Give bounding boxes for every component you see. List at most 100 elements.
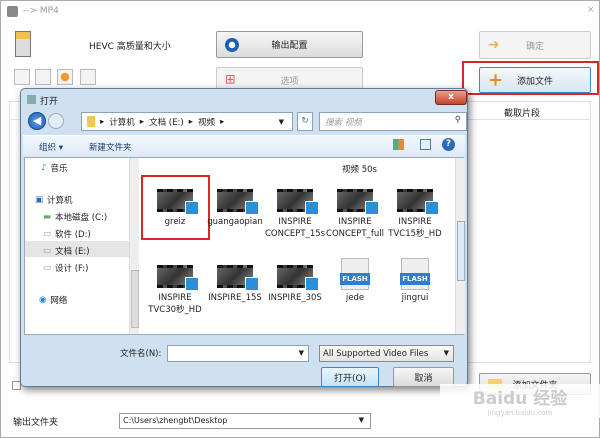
computer-icon: ▣: [35, 195, 44, 205]
file-item[interactable]: INSPIRE TVC15秒_HD: [385, 189, 445, 240]
nav-drive-e[interactable]: ▭ 文档 (E:): [43, 245, 90, 257]
file-type-filter[interactable]: All Supported Video Files ▼: [319, 345, 454, 362]
dialog-close-button[interactable]: x: [435, 90, 467, 105]
video-file-icon: [157, 265, 199, 291]
nav-label: 音乐: [50, 164, 68, 174]
breadcrumb-computer[interactable]: 计算机: [109, 116, 135, 128]
profile-label: HEVC 高质量和大小: [89, 42, 171, 52]
options-label: 选项: [280, 76, 299, 87]
address-bar[interactable]: ▸ 计算机 ▸ 文档 (E:) ▸ 视频 ▸ ▼: [81, 112, 293, 131]
nav-label: 软件 (D:): [55, 230, 91, 240]
cancel-label: 取消: [414, 373, 433, 384]
clip-column-header: 截取片段: [504, 109, 541, 119]
file-grid-scrollbar[interactable]: [455, 158, 465, 334]
app-icon: [7, 6, 18, 17]
filename-input[interactable]: ▼: [167, 345, 309, 362]
file-item[interactable]: INSPIRE CONCEPT_15s: [265, 189, 325, 240]
network-icon: ◉: [39, 295, 47, 305]
nav-label: 计算机: [47, 196, 73, 206]
file-item[interactable]: INSPIRE_30S: [265, 265, 325, 304]
output-config-button[interactable]: 输出配置: [216, 31, 363, 58]
chevron-down-icon[interactable]: ▼: [279, 118, 284, 126]
file-item[interactable]: FLASH jede: [325, 258, 385, 304]
file-item[interactable]: FLASH jingrui: [385, 258, 445, 304]
nav-label: 文档 (E:): [55, 247, 90, 257]
chevron-down-icon: ▼: [443, 349, 449, 357]
breadcrumb-videos[interactable]: 视频: [198, 116, 215, 128]
mp4-format-icon: [15, 31, 31, 57]
chevron-down-icon: ▼: [358, 416, 364, 424]
forward-button[interactable]: [48, 113, 64, 129]
view-options-icon[interactable]: [393, 139, 404, 150]
chevron-down-icon[interactable]: ▼: [299, 349, 304, 357]
file-item-greiz[interactable]: greiz: [145, 189, 205, 228]
nav-music[interactable]: ♪ 音乐: [41, 162, 67, 174]
gear-icon: [225, 37, 239, 52]
output-folder-path: C:\Users\zhengbt\Desktop: [123, 416, 228, 425]
file-type-filter-value: All Supported Video Files: [323, 349, 429, 359]
arrow-right-icon: ➜: [488, 37, 500, 53]
nav-label: 本地磁盘 (C:): [55, 213, 108, 223]
open-button[interactable]: 打开(O): [321, 367, 379, 387]
organize-menu[interactable]: 组织 ▾: [39, 141, 63, 153]
watermark-url: jingyan.baidu.com: [487, 409, 553, 417]
video-file-icon: [277, 189, 319, 215]
watermark-text: Baidu 经验: [472, 389, 568, 409]
file-item[interactable]: INSPIRE_15S: [205, 265, 265, 304]
drive-icon: ▬: [43, 212, 52, 222]
drive-icon: ▭: [43, 229, 52, 239]
video-file-icon: [277, 265, 319, 291]
open-label: 打开(O): [333, 373, 367, 384]
close-icon[interactable]: ×: [587, 5, 595, 15]
drive-icon: ▭: [43, 246, 52, 256]
add-file-button[interactable]: + 添加文件: [479, 67, 591, 93]
ok-label: 确定: [525, 41, 544, 52]
search-input[interactable]: 搜索 视频 ⚲: [319, 112, 467, 131]
filename-label: 文件名(N):: [120, 349, 162, 359]
plus-icon: +: [488, 69, 504, 91]
output-folder-select[interactable]: C:\Users\zhengbt\Desktop ▼: [119, 413, 371, 429]
nav-computer[interactable]: ▣ 计算机: [35, 194, 73, 206]
dialog-title: 打开: [40, 97, 59, 107]
add-item-icon[interactable]: [14, 69, 30, 85]
file-item[interactable]: INSPIRE TVC30秒_HD: [145, 265, 205, 316]
video-file-icon: [217, 265, 259, 291]
baidu-watermark: Baidu 经验 jingyan.baidu.com: [440, 384, 600, 418]
video-file-icon: [217, 189, 259, 215]
file-grid: 视频 50s greiz guangaopian INSPIRE CONCEPT…: [140, 158, 455, 334]
play-icon[interactable]: [57, 69, 73, 85]
video-file-icon: [337, 189, 379, 215]
new-folder-button[interactable]: 新建文件夹: [89, 141, 132, 153]
dialog-icon: [27, 95, 36, 104]
output-config-label: 输出配置: [271, 41, 308, 51]
breadcrumb-drive[interactable]: 文档 (E:): [149, 116, 184, 128]
preview-pane-icon[interactable]: [420, 139, 431, 150]
file-name: INSPIRE_15S: [208, 293, 262, 303]
back-button[interactable]: ◀: [28, 112, 46, 130]
add-file-label: 添加文件: [516, 76, 553, 87]
file-item[interactable]: INSPIRE CONCEPT_full: [325, 189, 385, 240]
file-item[interactable]: guangaopian: [205, 189, 265, 228]
file-name: INSPIRE TVC15秒_HD: [388, 217, 442, 239]
help-icon[interactable]: ?: [442, 138, 455, 151]
remove-item-icon[interactable]: [35, 69, 51, 85]
file-name: greiz: [164, 217, 186, 227]
open-file-dialog: 打开 x ◀ ▸ 计算机 ▸ 文档 (E:) ▸ 视频 ▸ ▼ ↻ 搜索 视频 ⚲ 组织…: [20, 88, 468, 387]
search-icon: ⚲: [454, 115, 461, 125]
nav-drive-c[interactable]: ▬ 本地磁盘 (C:): [43, 211, 107, 223]
nav-label: 设计 (F:): [55, 264, 89, 274]
ok-button[interactable]: ➜ 确定: [479, 31, 591, 59]
file-name: jingrui: [401, 293, 429, 303]
partial-file-label: 视频 50s: [342, 165, 377, 175]
nav-drive-d[interactable]: ▭ 软件 (D:): [43, 228, 91, 240]
info-icon[interactable]: [80, 69, 96, 85]
nav-scrollbar[interactable]: [129, 158, 139, 334]
file-name: INSPIRE_30S: [268, 293, 322, 303]
nav-drive-f[interactable]: ▭ 设计 (F:): [43, 262, 88, 274]
window-title: --> MP4: [23, 6, 59, 16]
file-name: guangaopian: [207, 217, 263, 227]
nav-network[interactable]: ◉ 网络: [39, 294, 67, 306]
output-folder-label: 输出文件夹: [13, 418, 59, 428]
music-icon: ♪: [41, 163, 47, 173]
refresh-button[interactable]: ↻: [297, 112, 313, 131]
